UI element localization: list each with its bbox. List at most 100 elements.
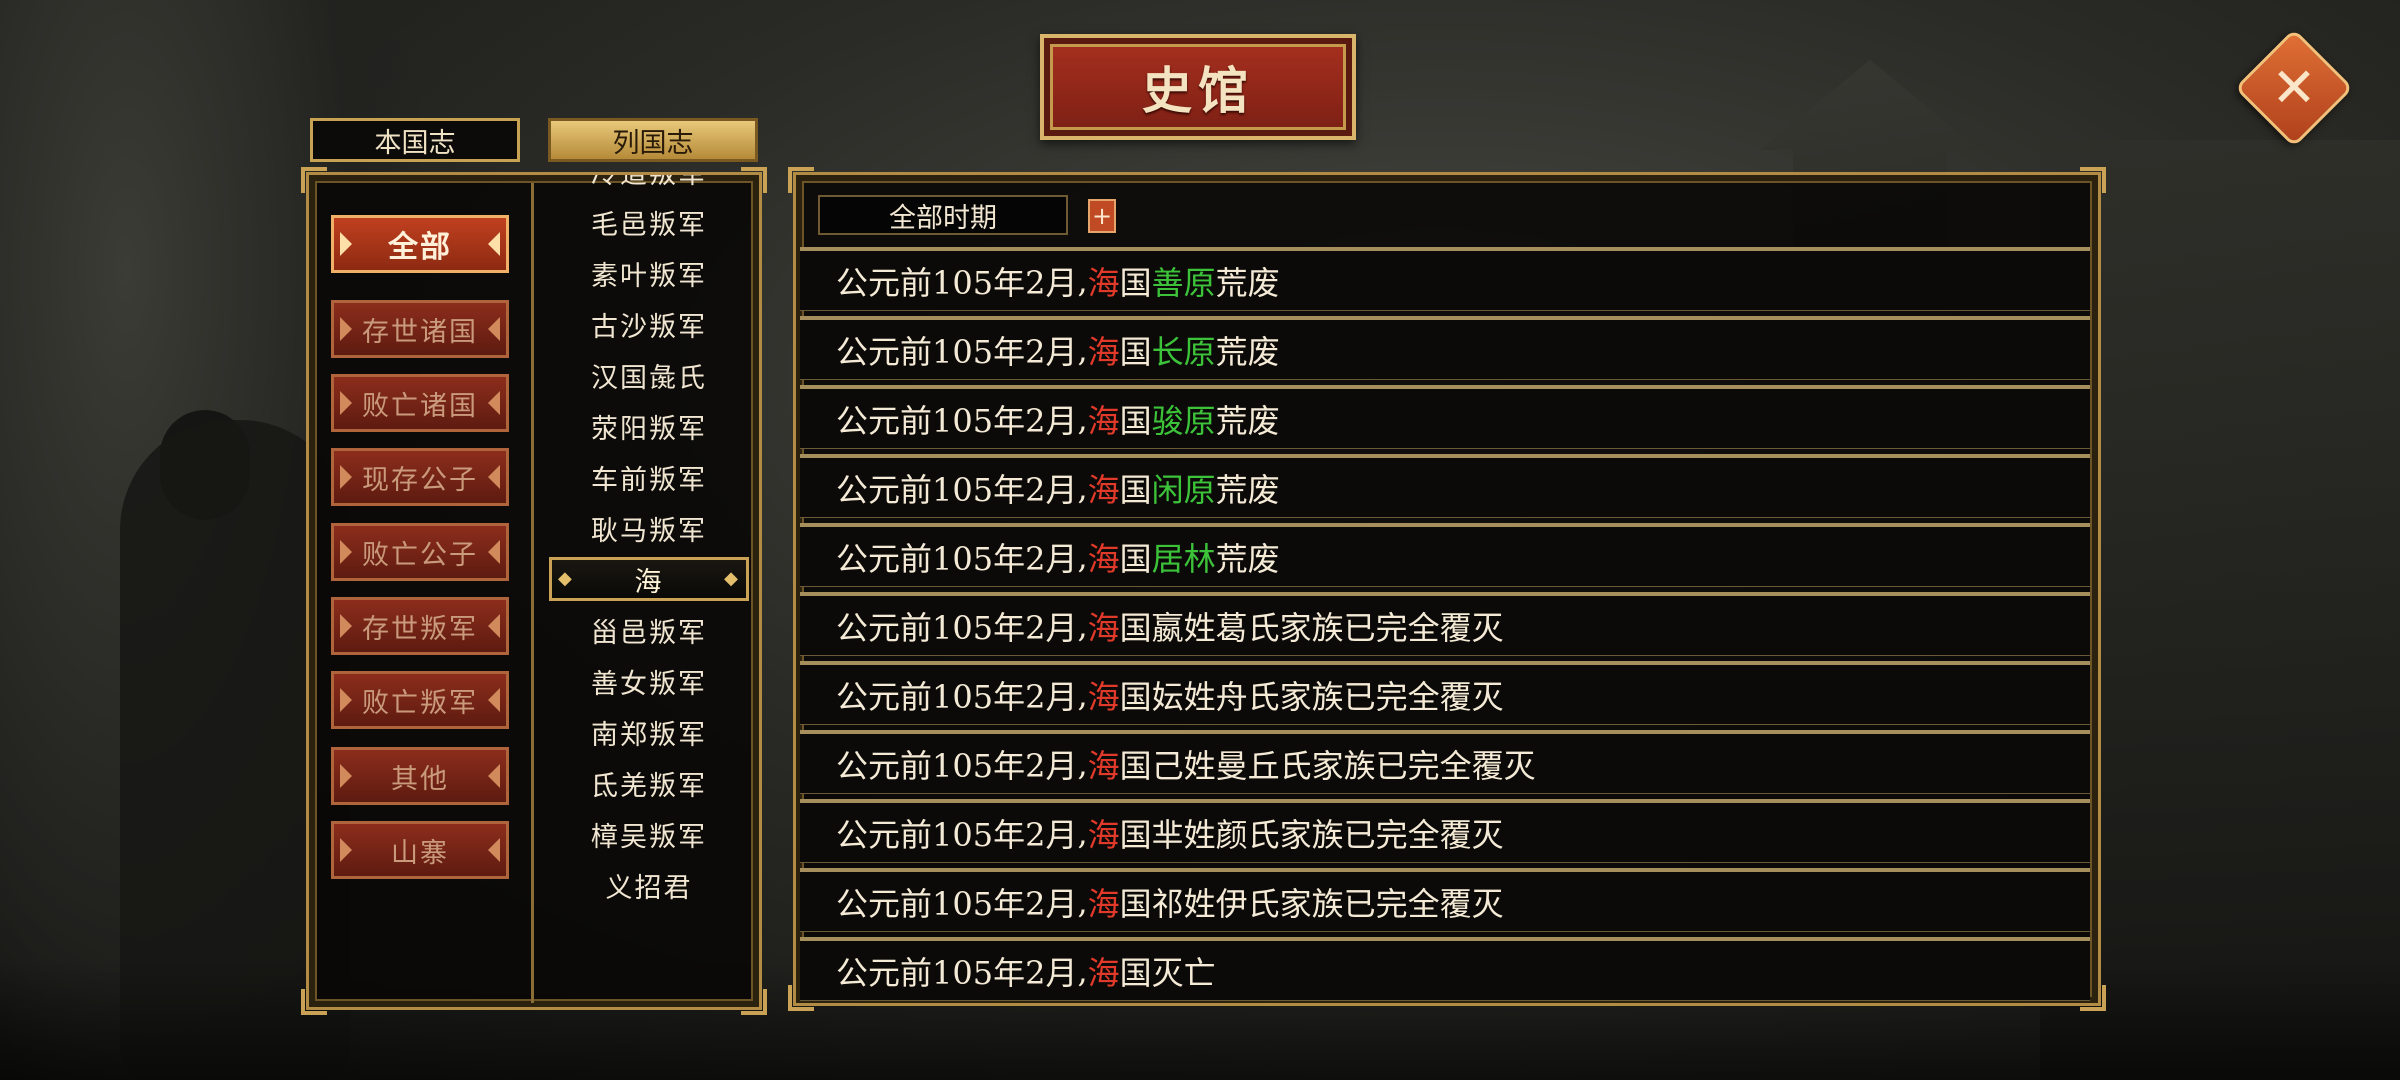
record-date: 公元前105年2月 [836, 746, 1078, 785]
state-list-item[interactable]: 毛邑叛军 [549, 200, 749, 244]
category-button[interactable]: 全部 [331, 215, 509, 273]
record-date: 公元前105年2月 [836, 953, 1078, 992]
record-date: 公元前105年2月 [836, 677, 1078, 716]
record-event: 己姓曼丘氏家族已完全覆灭 [1151, 746, 1536, 785]
category-button[interactable]: 败亡公子 [331, 523, 509, 581]
state-list-item[interactable]: 氐羌叛军 [549, 761, 749, 805]
record-kingdom: 国 [1119, 401, 1152, 440]
record-state: 海 [1087, 677, 1120, 716]
category-button[interactable]: 存世诸国 [331, 300, 509, 358]
frame-corner [788, 167, 814, 193]
frame-corner [301, 167, 327, 193]
record-separator: , [1077, 951, 1088, 990]
record-kingdom: 国 [1119, 539, 1152, 578]
history-record: 公元前105年2月, 海国骏原 荒废 [800, 385, 2090, 449]
category-button[interactable]: 其他 [331, 747, 509, 805]
record-state: 海 [1087, 608, 1120, 647]
state-list: 冷道叛军毛邑叛军素叶叛军古沙叛军汉国彘氏荥阳叛军车前叛军耿马叛军海甾邑叛军善女叛… [539, 175, 759, 1007]
record-kingdom: 国 [1119, 953, 1152, 992]
record-kingdom: 国 [1119, 470, 1152, 509]
record-place: 善原 [1151, 263, 1216, 302]
record-separator: , [1077, 744, 1088, 783]
record-place: 闲原 [1151, 470, 1216, 509]
expand-period-button[interactable]: + [1088, 199, 1116, 233]
record-event: 灭亡 [1151, 953, 1216, 992]
state-list-item[interactable]: 车前叛军 [549, 455, 749, 499]
page-title: 史馆 [1142, 61, 1254, 120]
history-record: 公元前105年2月, 海国善原 荒废 [800, 247, 2090, 311]
state-list-item[interactable]: 冷道叛军 [549, 175, 749, 193]
category-button[interactable]: 败亡叛军 [331, 671, 509, 729]
record-event: 荒废 [1215, 332, 1280, 371]
record-date: 公元前105年2月 [836, 470, 1078, 509]
record-state: 海 [1087, 815, 1120, 854]
record-state: 海 [1087, 332, 1120, 371]
history-record: 公元前105年2月, 海国闲原 荒废 [800, 454, 2090, 518]
record-date: 公元前105年2月 [836, 401, 1078, 440]
record-event: 荒废 [1215, 263, 1280, 302]
record-state: 海 [1087, 746, 1120, 785]
state-list-item[interactable]: 义招君 [549, 863, 749, 907]
record-separator: , [1077, 813, 1088, 852]
category-button[interactable]: 山寨 [331, 821, 509, 879]
history-record: 公元前105年2月, 海国居林 荒废 [800, 523, 2090, 587]
record-date: 公元前105年2月 [836, 332, 1078, 371]
record-place: 骏原 [1151, 401, 1216, 440]
record-event: 妘姓舟氏家族已完全覆灭 [1151, 677, 1504, 716]
record-date: 公元前105年2月 [836, 884, 1078, 923]
panel-divider [531, 183, 534, 1003]
title-plaque: 史馆 [1040, 34, 1356, 140]
history-record: 公元前105年2月, 海国妘姓舟氏家族已完全覆灭 [800, 661, 2090, 725]
state-list-item[interactable]: 海 [549, 557, 749, 601]
record-state: 海 [1087, 401, 1120, 440]
record-date: 公元前105年2月 [836, 263, 1078, 302]
record-state: 海 [1087, 263, 1120, 302]
category-button[interactable]: 存世叛军 [331, 597, 509, 655]
close-icon[interactable]: ✕ [2252, 46, 2336, 130]
history-record: 公元前105年2月, 海国灭亡 [800, 937, 2090, 1001]
filter-panel: 全部存世诸国败亡诸国现存公子败亡公子存世叛军败亡叛军其他山寨 冷道叛军毛邑叛军素… [301, 167, 767, 1015]
record-event: 嬴姓葛氏家族已完全覆灭 [1151, 608, 1504, 647]
record-kingdom: 国 [1119, 263, 1152, 302]
state-list-item[interactable]: 甾邑叛军 [549, 608, 749, 652]
record-date: 公元前105年2月 [836, 608, 1078, 647]
record-kingdom: 国 [1119, 815, 1152, 854]
record-separator: , [1077, 537, 1088, 576]
tab-native-history[interactable]: 本国志 [310, 118, 520, 162]
record-event: 荒废 [1215, 539, 1280, 578]
record-separator: , [1077, 330, 1088, 369]
record-place: 长原 [1151, 332, 1216, 371]
record-date: 公元前105年2月 [836, 815, 1078, 854]
state-list-item[interactable]: 荥阳叛军 [549, 404, 749, 448]
record-kingdom: 国 [1119, 608, 1152, 647]
record-separator: , [1077, 882, 1088, 921]
record-kingdom: 国 [1119, 884, 1152, 923]
record-kingdom: 国 [1119, 332, 1152, 371]
record-event: 芈姓颜氏家族已完全覆灭 [1151, 815, 1504, 854]
record-state: 海 [1087, 953, 1120, 992]
record-separator: , [1077, 675, 1088, 714]
state-list-item[interactable]: 古沙叛军 [549, 302, 749, 346]
frame-corner [301, 989, 327, 1015]
record-date: 公元前105年2月 [836, 539, 1078, 578]
history-record: 公元前105年2月, 海国芈姓颜氏家族已完全覆灭 [800, 799, 2090, 863]
tab-foreign-history[interactable]: 列国志 [548, 118, 758, 162]
history-record: 公元前105年2月, 海国己姓曼丘氏家族已完全覆灭 [800, 730, 2090, 794]
state-list-item[interactable]: 耿马叛军 [549, 506, 749, 550]
state-list-item[interactable]: 素叶叛军 [549, 251, 749, 295]
record-separator: , [1077, 468, 1088, 507]
history-record: 公元前105年2月, 海国长原 荒废 [800, 316, 2090, 380]
record-event: 祁姓伊氏家族已完全覆灭 [1151, 884, 1504, 923]
record-separator: , [1077, 399, 1088, 438]
record-kingdom: 国 [1119, 677, 1152, 716]
category-button[interactable]: 现存公子 [331, 448, 509, 506]
frame-corner [2080, 167, 2106, 193]
period-select[interactable]: 全部时期 [818, 195, 1068, 235]
history-record: 公元前105年2月, 海国嬴姓葛氏家族已完全覆灭 [800, 592, 2090, 656]
state-list-item[interactable]: 善女叛军 [549, 659, 749, 703]
state-list-item[interactable]: 南郑叛军 [549, 710, 749, 754]
category-button[interactable]: 败亡诸国 [331, 374, 509, 432]
state-list-item[interactable]: 汉国彘氏 [549, 353, 749, 397]
record-place: 居林 [1151, 539, 1216, 578]
state-list-item[interactable]: 樟吴叛军 [549, 812, 749, 856]
